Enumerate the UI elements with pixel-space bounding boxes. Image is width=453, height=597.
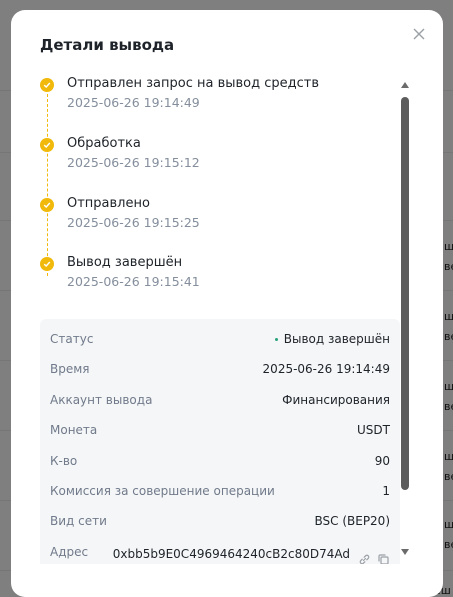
- timeline-step-title: Отправлено: [67, 196, 150, 211]
- status-dot-icon: [274, 338, 278, 341]
- detail-row-status: Статус Вывод завершён: [50, 332, 390, 352]
- detail-value: Финансирования: [282, 393, 390, 407]
- detail-row-coin: Монета USDT: [50, 423, 390, 443]
- link-icon[interactable]: [358, 551, 371, 564]
- detail-row-fee: Комиссия за совершение операции 1: [50, 484, 390, 504]
- detail-label: К-во: [50, 454, 78, 468]
- scrollbar-thumb[interactable]: [401, 97, 409, 490]
- timeline-step-time: 2025-06-26 19:15:12: [67, 155, 200, 170]
- detail-value: 1: [382, 484, 390, 498]
- check-circle-icon: [40, 78, 54, 92]
- modal-title: Детали вывода: [40, 36, 175, 54]
- close-button[interactable]: [408, 23, 430, 45]
- timeline-step-title: Обработка: [67, 136, 141, 151]
- timeline-step-title: Отправлен запрос на вывод средств: [67, 76, 320, 91]
- scroll-down-arrow-icon[interactable]: [400, 547, 410, 557]
- detail-row-network: Вид сети BSC (BEP20): [50, 514, 390, 534]
- check-circle-icon: [40, 257, 54, 271]
- detail-label: Время: [50, 362, 90, 376]
- close-icon: [413, 28, 425, 40]
- check-circle-icon: [40, 138, 54, 152]
- detail-value: 2025-06-26 19:14:49: [262, 362, 390, 376]
- address-value: 0xbb5b9E0C4969464240cB2c80D74Ad6a5135d56…: [112, 547, 350, 561]
- scrollbar[interactable]: [398, 80, 412, 560]
- timeline-step-time: 2025-06-26 19:14:49: [67, 95, 200, 110]
- detail-row-address: Адрес 0xbb5b9E0C4969464240cB2c80D74Ad6a5…: [50, 545, 390, 564]
- withdrawal-details-modal: Детали вывода Отправлен запрос на вывод …: [11, 10, 443, 597]
- detail-row-time: Время 2025-06-26 19:14:49: [50, 362, 390, 382]
- details-panel: Статус Вывод завершён Время 2025-06-26 1…: [40, 319, 400, 564]
- detail-row-account: Аккаунт вывода Финансирования: [50, 393, 390, 413]
- detail-label: Монета: [50, 423, 98, 437]
- timeline-step-time: 2025-06-26 19:15:41: [67, 274, 200, 289]
- scroll-up-arrow-icon[interactable]: [400, 80, 410, 90]
- detail-label: Вид сети: [50, 514, 107, 528]
- timeline-step-time: 2025-06-26 19:15:25: [67, 215, 200, 230]
- detail-label: Статус: [50, 332, 94, 346]
- detail-label: Аккаунт вывода: [50, 393, 153, 407]
- modal-scroll-content[interactable]: Отправлен запрос на вывод средств 2025-0…: [40, 74, 400, 564]
- detail-value: USDT: [357, 423, 390, 437]
- detail-label: Комиссия за совершение операции: [50, 484, 275, 498]
- timeline-connector: [47, 94, 48, 276]
- status-text: Вывод завершён: [283, 332, 390, 346]
- detail-label: Адрес: [50, 545, 89, 559]
- status-value: Вывод завершён: [274, 332, 390, 346]
- address-actions: [358, 551, 390, 564]
- copy-icon[interactable]: [377, 551, 390, 564]
- detail-row-amount: К-во 90: [50, 454, 390, 474]
- timeline-step-title: Вывод завершён: [67, 255, 183, 270]
- check-circle-icon: [40, 198, 54, 212]
- withdrawal-timeline: Отправлен запрос на вывод средств 2025-0…: [40, 74, 400, 311]
- detail-value: 90: [374, 454, 390, 468]
- detail-value: BSC (BEP20): [314, 514, 390, 528]
